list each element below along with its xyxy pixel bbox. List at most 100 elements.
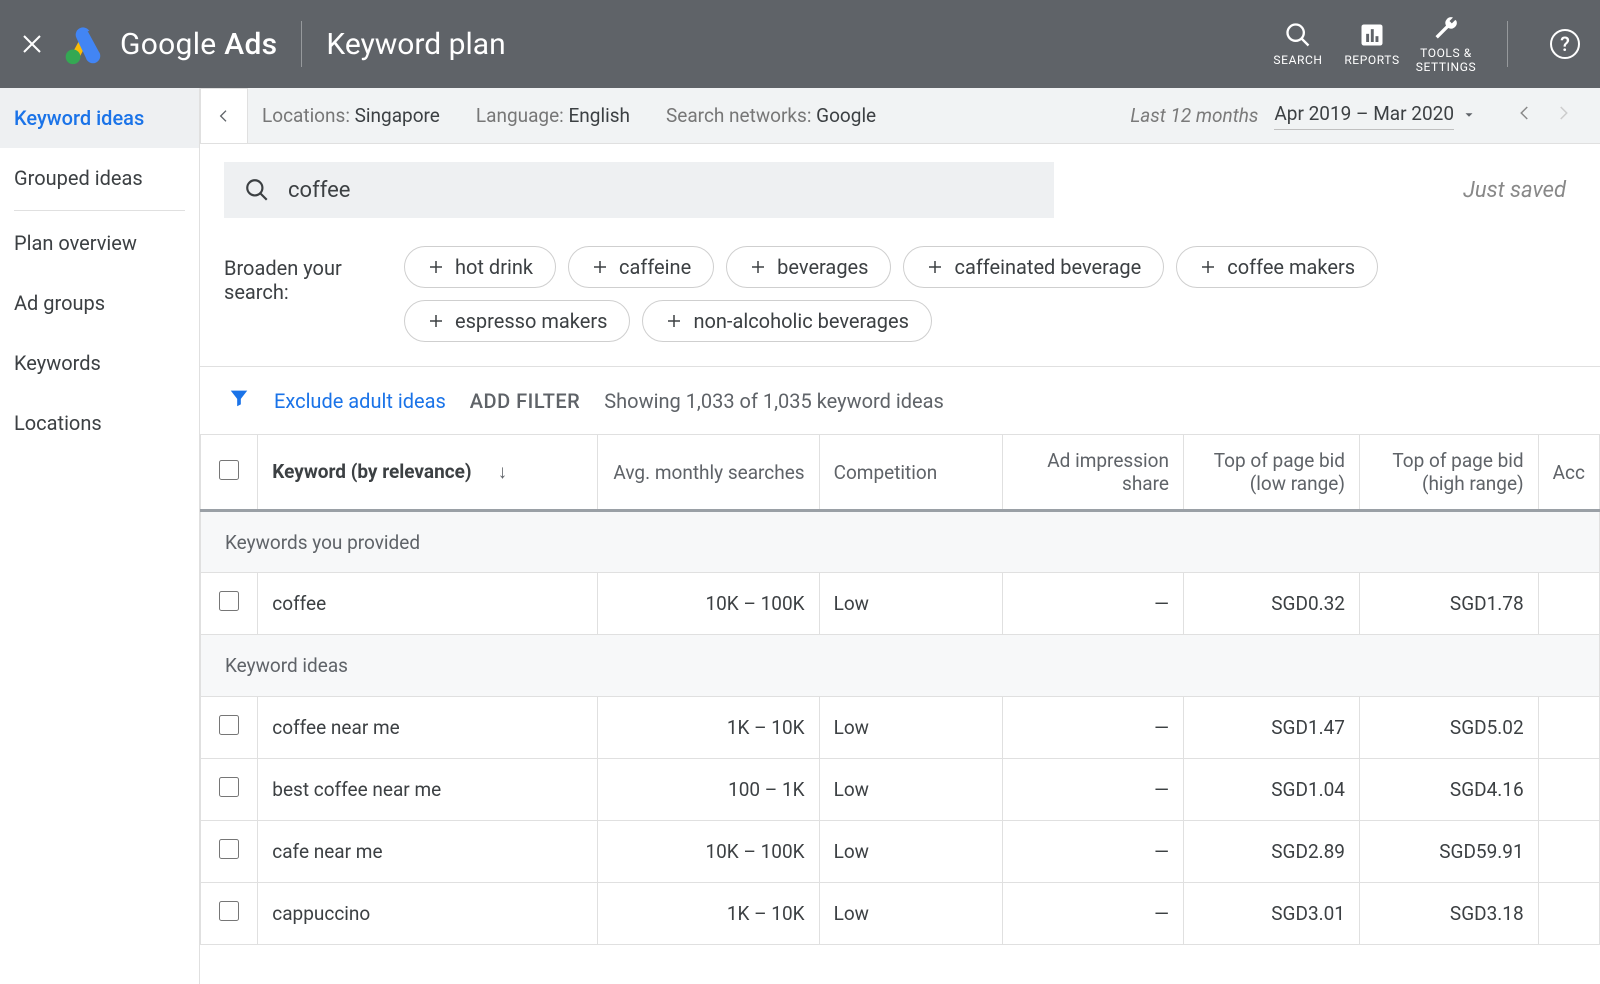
broaden-chip[interactable]: espresso makers <box>404 300 630 342</box>
table-row: cappuccino1K – 10KLow—SGD3.01SGD3.18 <box>201 883 1600 945</box>
cell-cutoff <box>1538 821 1599 883</box>
date-next[interactable] <box>1554 104 1572 127</box>
reports-tool-label: REPORTS <box>1344 53 1399 67</box>
sidebar-item-keyword-ideas[interactable]: Keyword ideas <box>0 88 199 148</box>
cell-bid-high: SGD59.91 <box>1360 821 1539 883</box>
chip-label: hot drink <box>455 255 533 279</box>
cell-cutoff <box>1538 883 1599 945</box>
cell-keyword: cappuccino <box>258 883 597 945</box>
broaden-chip[interactable]: caffeinated beverage <box>903 246 1164 288</box>
sidebar-item-keywords[interactable]: Keywords <box>0 333 199 393</box>
back-button[interactable] <box>200 88 248 144</box>
filter-row: Exclude adult ideas ADD FILTER Showing 1… <box>200 367 1600 434</box>
broaden-chip[interactable]: non-alcoholic beverages <box>642 300 932 342</box>
broaden-label: Broaden your search: <box>224 246 404 342</box>
top-header: Google Ads Keyword plan SEARCH REPORTS T… <box>0 0 1600 88</box>
cell-competition: Low <box>819 883 1002 945</box>
plus-icon <box>427 312 445 330</box>
help-icon[interactable]: ? <box>1550 29 1580 59</box>
cell-keyword: coffee <box>258 573 597 635</box>
chip-label: beverages <box>777 255 868 279</box>
cell-avg: 100 – 1K <box>597 759 819 821</box>
cell-competition: Low <box>819 573 1002 635</box>
cell-competition: Low <box>819 697 1002 759</box>
broaden-chip[interactable]: coffee makers <box>1176 246 1378 288</box>
chip-label: caffeinated beverage <box>954 255 1141 279</box>
reports-icon <box>1358 21 1386 49</box>
select-all-checkbox[interactable] <box>219 460 239 480</box>
sidebar-item-ad-groups[interactable]: Ad groups <box>0 273 199 333</box>
language-filter[interactable]: Language: English <box>476 104 630 127</box>
chip-label: espresso makers <box>455 309 607 333</box>
sidebar: Keyword ideas Grouped ideas Plan overvie… <box>0 88 200 984</box>
cell-bid-low: SGD3.01 <box>1183 883 1359 945</box>
brand-prefix: Google <box>120 27 217 62</box>
plus-icon <box>1199 258 1217 276</box>
sidebar-item-grouped-ideas[interactable]: Grouped ideas <box>0 148 199 208</box>
row-checkbox[interactable] <box>219 901 239 921</box>
brand-text: Google Ads <box>120 27 277 62</box>
col-avg[interactable]: Avg. monthly searches <box>597 435 819 511</box>
plus-icon <box>591 258 609 276</box>
chevron-left-icon <box>1516 104 1534 122</box>
exclude-adult-link[interactable]: Exclude adult ideas <box>274 389 446 413</box>
filter-icon[interactable] <box>228 387 250 414</box>
table-header-row: Keyword (by relevance)↓ Avg. monthly sea… <box>201 435 1600 511</box>
broaden-section: Broaden your search: hot drink caffeine be… <box>200 236 1600 366</box>
header-divider <box>1507 21 1508 67</box>
networks-filter[interactable]: Search networks: Google <box>666 104 876 127</box>
row-checkbox[interactable] <box>219 839 239 859</box>
close-icon[interactable] <box>20 32 44 56</box>
caret-down-icon <box>1462 108 1476 122</box>
keyword-search-input[interactable]: coffee <box>224 162 1054 218</box>
table-row: cafe near me10K – 100KLow—SGD2.89SGD59.9… <box>201 821 1600 883</box>
sidebar-item-locations[interactable]: Locations <box>0 393 199 453</box>
broaden-chip[interactable]: caffeine <box>568 246 714 288</box>
col-competition[interactable]: Competition <box>819 435 1002 511</box>
broaden-chip[interactable]: hot drink <box>404 246 556 288</box>
cell-cutoff <box>1538 573 1599 635</box>
cell-avg: 1K – 10K <box>597 883 819 945</box>
cell-bid-low: SGD1.04 <box>1183 759 1359 821</box>
chip-label: caffeine <box>619 255 691 279</box>
col-bid-low[interactable]: Top of page bid (low range) <box>1183 435 1359 511</box>
select-all-header <box>201 435 258 511</box>
row-checkbox[interactable] <box>219 715 239 735</box>
chevron-right-icon <box>1554 104 1572 122</box>
col-bid-high[interactable]: Top of page bid (high range) <box>1360 435 1539 511</box>
history-label: Last 12 months <box>1130 104 1258 127</box>
search-icon <box>1284 21 1312 49</box>
add-filter-button[interactable]: ADD FILTER <box>470 389 580 413</box>
col-ad-share[interactable]: Ad impression share <box>1002 435 1183 511</box>
broaden-chips: hot drink caffeine beverages caffeinated be… <box>404 246 1576 342</box>
brand-suffix: Ads <box>224 27 277 62</box>
search-tool-label: SEARCH <box>1273 53 1322 67</box>
date-range-dropdown[interactable] <box>1462 104 1476 127</box>
chip-label: non-alcoholic beverages <box>693 309 909 333</box>
locations-filter[interactable]: Locations: Singapore <box>262 104 440 127</box>
cell-competition: Low <box>819 759 1002 821</box>
cell-keyword: best coffee near me <box>258 759 597 821</box>
filter-bar: Locations: Singapore Language: English S… <box>200 88 1600 144</box>
cell-ad-share: — <box>1002 573 1183 635</box>
sidebar-item-plan-overview[interactable]: Plan overview <box>0 213 199 273</box>
table-row: coffee10K – 100KLow—SGD0.32SGD1.78 <box>201 573 1600 635</box>
reports-tool[interactable]: REPORTS <box>1335 21 1409 67</box>
table-wrap[interactable]: Keyword (by relevance)↓ Avg. monthly sea… <box>200 434 1600 984</box>
settings-tool[interactable]: TOOLS & SETTINGS <box>1409 14 1483 74</box>
row-checkbox[interactable] <box>219 777 239 797</box>
section-label: Keyword ideas <box>201 635 1600 697</box>
search-row: coffee Just saved <box>200 144 1600 236</box>
results-count: Showing 1,033 of 1,035 keyword ideas <box>604 389 944 413</box>
cell-bid-low: SGD1.47 <box>1183 697 1359 759</box>
cell-ad-share: — <box>1002 821 1183 883</box>
date-range[interactable]: Apr 2019 – Mar 2020 <box>1274 102 1454 130</box>
row-checkbox[interactable] <box>219 591 239 611</box>
date-prev[interactable] <box>1516 104 1534 127</box>
col-keyword[interactable]: Keyword (by relevance)↓ <box>258 435 597 511</box>
broaden-chip[interactable]: beverages <box>726 246 891 288</box>
search-tool[interactable]: SEARCH <box>1261 21 1335 67</box>
col-cutoff[interactable]: Acc <box>1538 435 1599 511</box>
cell-ad-share: — <box>1002 759 1183 821</box>
plus-icon <box>427 258 445 276</box>
